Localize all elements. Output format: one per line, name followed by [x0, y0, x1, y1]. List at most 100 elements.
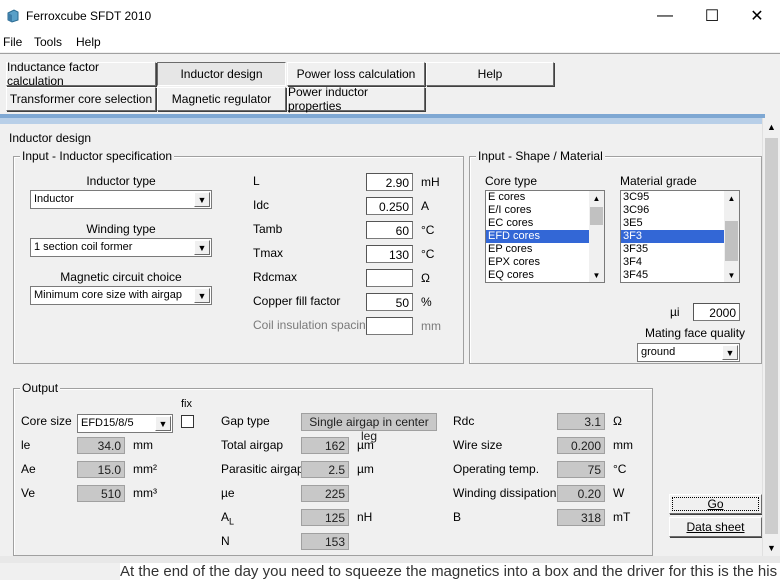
gap-type-value: Single airgap in center leg [301, 413, 437, 443]
l-input[interactable]: 2.90 [366, 173, 413, 191]
wire-size-value: 0.200 [557, 437, 605, 454]
mating-value: ground [641, 346, 676, 358]
scroll-thumb[interactable] [765, 138, 778, 534]
core-type-scrollbar[interactable]: ▲ ▼ [589, 191, 604, 282]
menu-tools[interactable]: Tools [34, 35, 62, 49]
magnetic-circuit-value: Minimum core size with airgap [34, 289, 182, 301]
winding-type-select[interactable]: 1 section coil former ▼ [30, 238, 212, 257]
al-label-main: A [221, 510, 230, 524]
power-loss-button[interactable]: Power loss calculation [287, 62, 425, 86]
power-inductor-button[interactable]: Power inductor properties [287, 85, 425, 113]
window-bottom-edge [0, 556, 780, 563]
chevron-down-icon[interactable]: ▼ [724, 268, 739, 282]
menu-divider [0, 53, 780, 54]
list-item[interactable]: E cores [486, 191, 604, 204]
list-item[interactable]: 3F35 [621, 243, 739, 256]
list-item[interactable]: 3F4 [621, 256, 739, 269]
tamb-label: Tamb [253, 222, 283, 236]
list-item-selected[interactable]: EFD cores [486, 230, 604, 243]
core-size-select[interactable]: EFD15/8/5 ▼ [77, 414, 173, 433]
idc-unit: A [421, 199, 430, 213]
list-item[interactable]: 3F45 [621, 269, 739, 282]
list-item[interactable]: EPX cores [486, 256, 604, 269]
close-button[interactable]: ✕ [734, 0, 780, 32]
winding-type-value: 1 section coil former [34, 241, 133, 253]
list-item[interactable]: EQ cores [486, 269, 604, 282]
winding-dissipation-value: 0.20 [557, 485, 605, 502]
l-label: L [253, 174, 260, 188]
coil-insulation-label: Coil insulation spacing [253, 318, 373, 332]
chevron-down-icon[interactable]: ▼ [194, 288, 210, 303]
winding-dissipation-label: Winding dissipation [453, 486, 557, 500]
material-scrollbar[interactable]: ▲ ▼ [724, 191, 739, 282]
datasheet-button[interactable]: Data sheet [669, 517, 762, 537]
chevron-up-icon[interactable]: ▲ [724, 191, 739, 205]
winding-dissipation-unit: W [613, 486, 625, 500]
help-button[interactable]: Help [426, 62, 554, 86]
chevron-down-icon[interactable]: ▼ [194, 192, 210, 207]
chevron-up-icon[interactable]: ▲ [589, 191, 604, 205]
transformer-core-button[interactable]: Transformer core selection [6, 87, 156, 111]
core-type-listbox[interactable]: E cores E/I cores EC cores EFD cores EP … [485, 190, 605, 283]
parasitic-airgap-label: Parasitic airgap [221, 462, 304, 476]
list-item[interactable]: 3C95 [621, 191, 739, 204]
scroll-thumb[interactable] [590, 207, 603, 225]
material-label: Material grade [620, 174, 697, 188]
chevron-up-icon[interactable]: ▲ [763, 118, 780, 135]
menu-file[interactable]: File [3, 35, 22, 49]
b-value: 318 [557, 509, 605, 526]
parasitic-airgap-unit: µm [357, 462, 374, 476]
tmax-label: Tmax [253, 246, 283, 260]
maximize-button[interactable]: ☐ [689, 0, 735, 32]
shape-legend: Input - Shape / Material [476, 149, 605, 163]
go-button[interactable]: Go [669, 494, 762, 514]
list-item[interactable]: EC cores [486, 217, 604, 230]
mating-label: Mating face quality [645, 326, 746, 340]
inductor-design-button[interactable]: Inductor design [157, 62, 286, 86]
wire-size-label: Wire size [453, 438, 503, 452]
list-item[interactable]: 3C96 [621, 204, 739, 217]
scroll-thumb[interactable] [725, 221, 738, 261]
list-item-selected[interactable]: 3F3 [621, 230, 739, 243]
chevron-down-icon[interactable]: ▼ [722, 345, 738, 360]
total-airgap-value: 162 [301, 437, 349, 454]
magnetic-circuit-select[interactable]: Minimum core size with airgap ▼ [30, 286, 212, 305]
coil-insulation-input[interactable] [366, 317, 413, 335]
copper-fill-unit: % [421, 295, 432, 309]
inductor-type-value: Inductor [34, 193, 74, 205]
copper-fill-label: Copper fill factor [253, 294, 341, 308]
chevron-down-icon[interactable]: ▼ [194, 240, 210, 255]
tamb-input[interactable]: 60 [366, 221, 413, 239]
parasitic-airgap-value: 2.5 [301, 461, 349, 478]
chevron-down-icon[interactable]: ▼ [155, 416, 171, 431]
chevron-down-icon[interactable]: ▼ [589, 268, 604, 282]
minimize-button[interactable]: — [642, 0, 688, 32]
al-unit: nH [357, 510, 373, 524]
chevron-down-icon[interactable]: ▼ [763, 539, 780, 556]
copper-fill-input[interactable]: 50 [366, 293, 413, 311]
magnetic-regulator-button[interactable]: Magnetic regulator [157, 87, 286, 111]
list-item[interactable]: EP cores [486, 243, 604, 256]
core-type-label: Core type [485, 174, 538, 188]
main-scrollbar[interactable]: ▲ ▼ [762, 118, 780, 556]
tmax-input[interactable]: 130 [366, 245, 413, 263]
ve-label: Ve [21, 486, 36, 500]
inductor-type-select[interactable]: Inductor ▼ [30, 190, 212, 209]
section-title: Inductor design [9, 131, 92, 145]
n-label: N [221, 534, 230, 548]
le-value: 34.0 [77, 437, 125, 454]
menu-help[interactable]: Help [76, 35, 101, 49]
rdc-unit: Ω [613, 414, 622, 428]
inductance-factor-button[interactable]: Inductance factor calculation [6, 60, 156, 88]
wire-size-unit: mm [613, 438, 633, 452]
list-item[interactable]: 3E5 [621, 217, 739, 230]
rdcmax-input[interactable] [366, 269, 413, 287]
ve-value: 510 [77, 485, 125, 502]
mu-input[interactable]: 2000 [693, 303, 740, 321]
rdc-label: Rdc [453, 414, 475, 428]
fix-checkbox[interactable] [181, 415, 194, 428]
idc-input[interactable]: 0.250 [366, 197, 413, 215]
list-item[interactable]: E/I cores [486, 204, 604, 217]
mating-select[interactable]: ground ▼ [637, 343, 740, 362]
material-listbox[interactable]: 3C95 3C96 3E5 3F3 3F35 3F4 3F45 ▲ ▼ [620, 190, 740, 283]
